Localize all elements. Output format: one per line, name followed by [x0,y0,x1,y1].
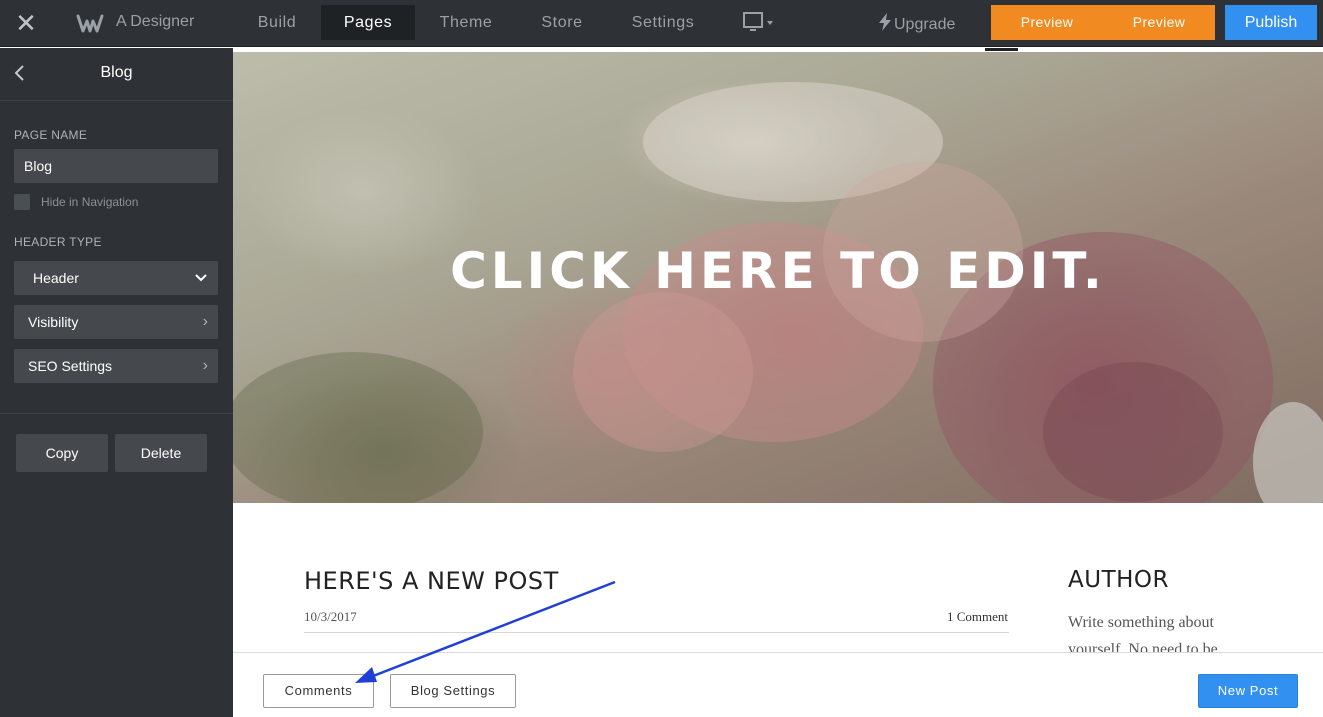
upgrade-label: Upgrade [894,16,956,33]
chevron-right-icon: › [202,357,208,374]
post-date: 10/3/2017 [304,609,357,624]
page-name-input[interactable]: Blog [14,149,218,183]
seo-settings-label: SEO Settings [28,358,113,374]
hero-header[interactable]: CLICK HERE TO EDIT. [233,52,1323,503]
hide-in-navigation-label: Hide in Navigation [41,195,139,209]
sidebar-title: Blog [100,64,133,81]
site-name[interactable]: A Designer [116,13,194,31]
hero-title[interactable]: CLICK HERE TO EDIT. [233,242,1323,300]
active-page-indicator [985,48,1018,51]
blog-toolbar: Comments Blog Settings New Post [233,652,1323,717]
header-type-value: Header [33,270,79,286]
copy-page-button[interactable]: Copy [16,434,108,472]
author-heading[interactable]: AUTHOR [1068,567,1169,593]
page-canvas: CLICK HERE TO EDIT. HERE'S A NEW POST 10… [233,48,1323,717]
lightning-icon [879,13,891,31]
hide-in-navigation-checkbox[interactable] [14,194,30,210]
blog-settings-button[interactable]: Blog Settings [390,674,516,708]
close-icon[interactable]: ✕ [12,9,40,37]
weebly-logo-icon[interactable] [76,11,104,35]
tab-store[interactable]: Store [525,5,599,40]
desktop-device-icon[interactable] [742,11,774,35]
top-bar: ✕ A Designer Build Pages Theme Store Set… [0,0,1323,47]
comments-button[interactable]: Comments [263,674,374,708]
upgrade-button[interactable]: Upgrade [878,13,955,34]
new-post-button[interactable]: New Post [1198,674,1298,708]
preview-button[interactable]: Preview [991,5,1103,40]
tab-settings[interactable]: Settings [616,5,710,40]
chevron-right-icon: › [202,313,208,330]
visibility-label: Visibility [28,314,79,330]
sidebar-divider [0,413,233,414]
seo-settings-row[interactable]: SEO Settings › [14,349,218,383]
post-divider [304,632,1009,633]
page-settings-sidebar: Blog PAGE NAME Blog Hide in Navigation H… [0,48,233,717]
visibility-row[interactable]: Visibility › [14,305,218,339]
tab-build[interactable]: Build [241,5,313,40]
post-title[interactable]: HERE'S A NEW POST [304,567,559,595]
publish-button[interactable]: Publish [1225,5,1317,40]
header-type-select[interactable]: Header [14,261,218,295]
chevron-down-icon [195,274,207,282]
delete-page-button[interactable]: Delete [115,434,207,472]
sidebar-header: Blog [0,48,233,101]
tab-pages[interactable]: Pages [321,5,415,40]
header-type-label: HEADER TYPE [14,235,102,249]
page-name-label: PAGE NAME [14,128,88,142]
tab-theme[interactable]: Theme [424,5,508,40]
preview-button-secondary[interactable]: Preview [1103,5,1215,40]
post-comments-link[interactable]: 1 Comment [947,609,1008,625]
